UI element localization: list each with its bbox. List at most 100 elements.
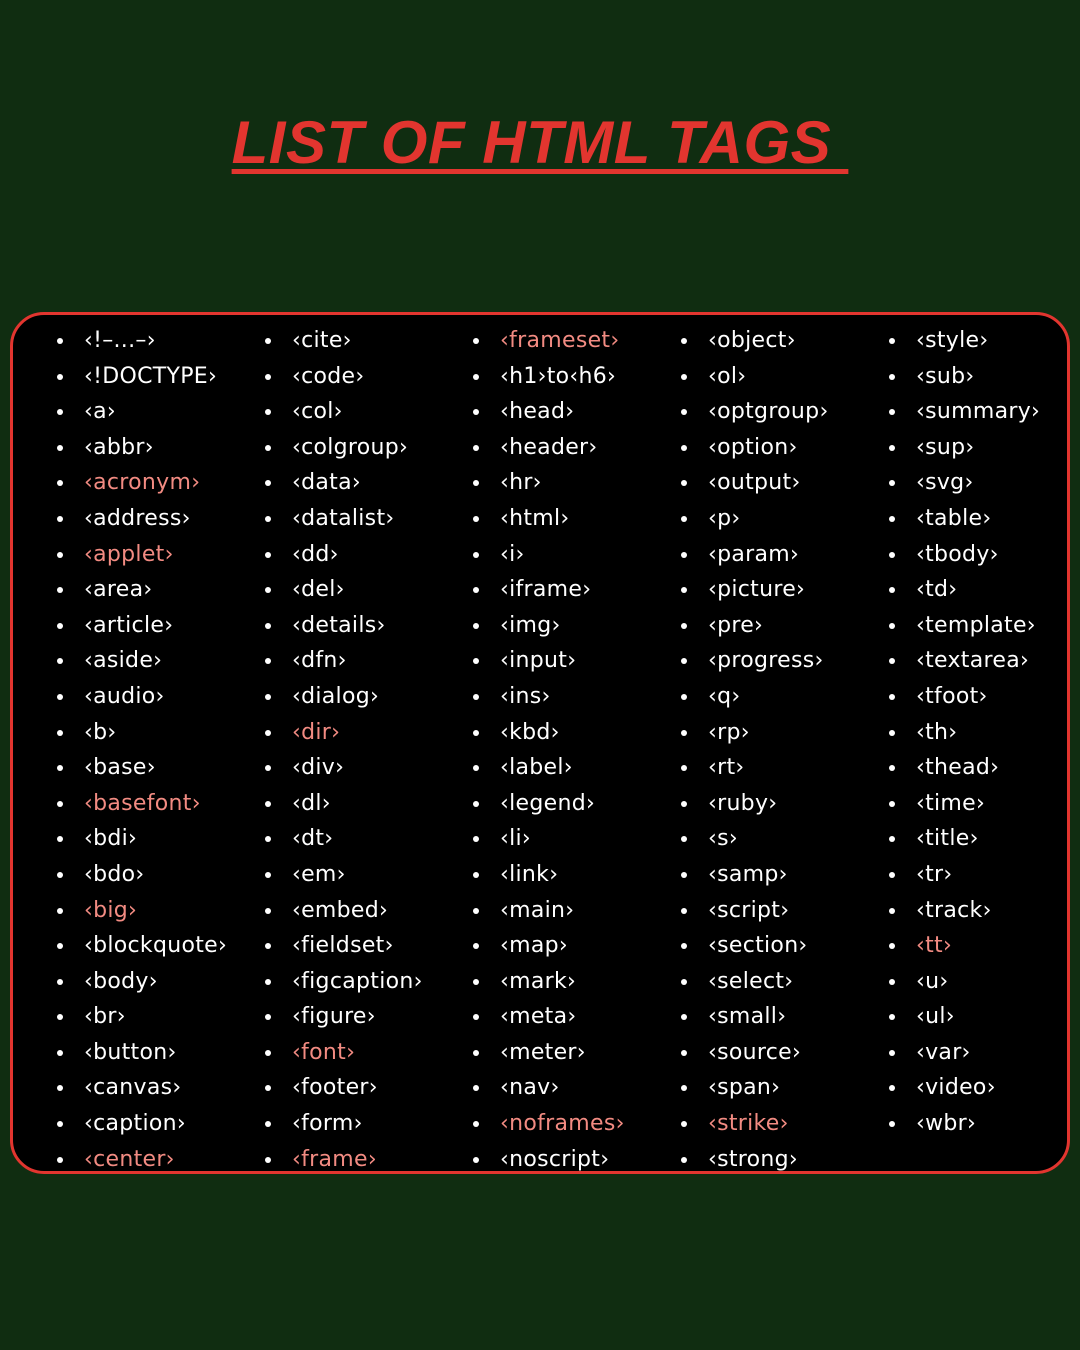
tag-label: ‹section› <box>708 933 808 959</box>
tag-label: ‹output› <box>708 470 801 496</box>
tag-item: ‹tfoot› <box>889 679 1040 715</box>
tag-item: ‹embed› <box>265 893 423 929</box>
bullet-icon <box>57 871 63 878</box>
tag-label: ‹small› <box>708 1004 787 1030</box>
bullet-icon <box>57 658 63 665</box>
bullet-icon <box>681 1049 687 1056</box>
bullet-icon <box>57 373 63 380</box>
tag-label: ‹option› <box>708 434 798 460</box>
bullet-icon <box>681 693 687 700</box>
tag-item: ‹abbr› <box>57 430 227 466</box>
tag-label: ‹header› <box>500 434 598 460</box>
tag-item: ‹main› <box>473 893 625 929</box>
bullet-icon <box>473 836 479 843</box>
tag-label: ‹body› <box>84 968 158 994</box>
bullet-icon <box>889 480 895 487</box>
bullet-icon <box>889 800 895 807</box>
tag-label: ‹big› <box>84 897 138 923</box>
tag-item: ‹noscript› <box>473 1142 625 1178</box>
deprecated-tag-item: ‹font› <box>265 1035 423 1071</box>
bullet-icon <box>681 658 687 665</box>
tag-item: ‹code› <box>265 359 423 395</box>
tag-item: ‹div› <box>265 750 423 786</box>
bullet-icon <box>681 1121 687 1128</box>
bullet-icon <box>681 409 687 416</box>
deprecated-tag-item: ‹dir› <box>265 715 423 751</box>
bullet-icon <box>473 729 479 736</box>
tag-item: ‹th› <box>889 715 1040 751</box>
bullet-icon <box>889 1085 895 1092</box>
tag-item: ‹!DOCTYPE› <box>57 359 227 395</box>
tag-label: ‹details› <box>292 612 386 638</box>
tag-item: ‹dl› <box>265 786 423 822</box>
bullet-icon <box>265 515 271 522</box>
tag-label: ‹canvas› <box>84 1075 182 1101</box>
bullet-icon <box>889 1014 895 1021</box>
tag-item: ‹link› <box>473 857 625 893</box>
tag-item: ‹meter› <box>473 1035 625 1071</box>
deprecated-tag-item: ‹frame› <box>265 1142 423 1178</box>
tag-label: ‹dfn› <box>292 648 347 674</box>
tag-label: ‹dd› <box>292 541 339 567</box>
tag-item: ‹wbr› <box>889 1106 1040 1142</box>
tag-item: ‹i› <box>473 537 625 573</box>
tag-label: ‹br› <box>84 1004 126 1030</box>
tag-item: ‹form› <box>265 1106 423 1142</box>
tag-item: ‹bdo› <box>57 857 227 893</box>
tag-item: ‹blockquote› <box>57 928 227 964</box>
bullet-icon <box>265 373 271 380</box>
bullet-icon <box>889 444 895 451</box>
tag-item: ‹rt› <box>681 750 829 786</box>
bullet-icon <box>265 836 271 843</box>
tag-label: ‹nav› <box>500 1075 560 1101</box>
tag-item: ‹input› <box>473 643 625 679</box>
tag-label: ‹sup› <box>916 434 975 460</box>
tag-label: ‹style› <box>916 328 989 353</box>
tag-label: ‹summary› <box>916 399 1041 425</box>
tag-item: ‹head› <box>473 394 625 430</box>
bullet-icon <box>473 943 479 950</box>
tag-item: ‹thead› <box>889 750 1040 786</box>
tag-item: ‹svg› <box>889 465 1040 501</box>
tag-item: ‹track› <box>889 893 1040 929</box>
tag-label: ‹embed› <box>292 897 389 923</box>
tag-item: ‹small› <box>681 999 829 1035</box>
tag-item: ‹ins› <box>473 679 625 715</box>
bullet-icon <box>265 409 271 416</box>
bullet-icon <box>681 836 687 843</box>
bullet-icon <box>473 587 479 594</box>
bullet-icon <box>265 587 271 594</box>
tag-label: ‹source› <box>708 1039 802 1065</box>
bullet-icon <box>265 338 271 344</box>
tag-label: ‹datalist› <box>292 505 395 531</box>
tag-item: ‹nav› <box>473 1070 625 1106</box>
tag-label: ‹frame› <box>292 1146 377 1172</box>
tag-label: ‹area› <box>84 577 153 603</box>
deprecated-tag-item: ‹frameset› <box>473 323 625 359</box>
tag-item: ‹textarea› <box>889 643 1040 679</box>
tag-label: ‹kbd› <box>500 719 560 745</box>
bullet-icon <box>473 1156 479 1163</box>
tag-item: ‹ruby› <box>681 786 829 822</box>
tag-item: ‹figure› <box>265 999 423 1035</box>
bullet-icon <box>889 765 895 772</box>
tag-label: ‹progress› <box>708 648 824 674</box>
tag-label: ‹link› <box>500 861 559 887</box>
tag-label: ‹applet› <box>84 541 174 567</box>
bullet-icon <box>57 943 63 950</box>
tag-label: ‹cite› <box>292 328 352 353</box>
tag-item: ‹colgroup› <box>265 430 423 466</box>
tag-label: ‹sub› <box>916 363 975 389</box>
tag-item: ‹article› <box>57 608 227 644</box>
tag-label: ‹wbr› <box>916 1111 977 1137</box>
tag-label: ‹basefont› <box>84 790 201 816</box>
tag-item: ‹tbody› <box>889 537 1040 573</box>
tag-item: ‹b› <box>57 715 227 751</box>
tag-item: ‹button› <box>57 1035 227 1071</box>
bullet-icon <box>265 658 271 665</box>
bullet-icon <box>889 373 895 380</box>
tag-item: ‹aside› <box>57 643 227 679</box>
tag-item: ‹map› <box>473 928 625 964</box>
bullet-icon <box>57 1121 63 1128</box>
tag-item: ‹tr› <box>889 857 1040 893</box>
